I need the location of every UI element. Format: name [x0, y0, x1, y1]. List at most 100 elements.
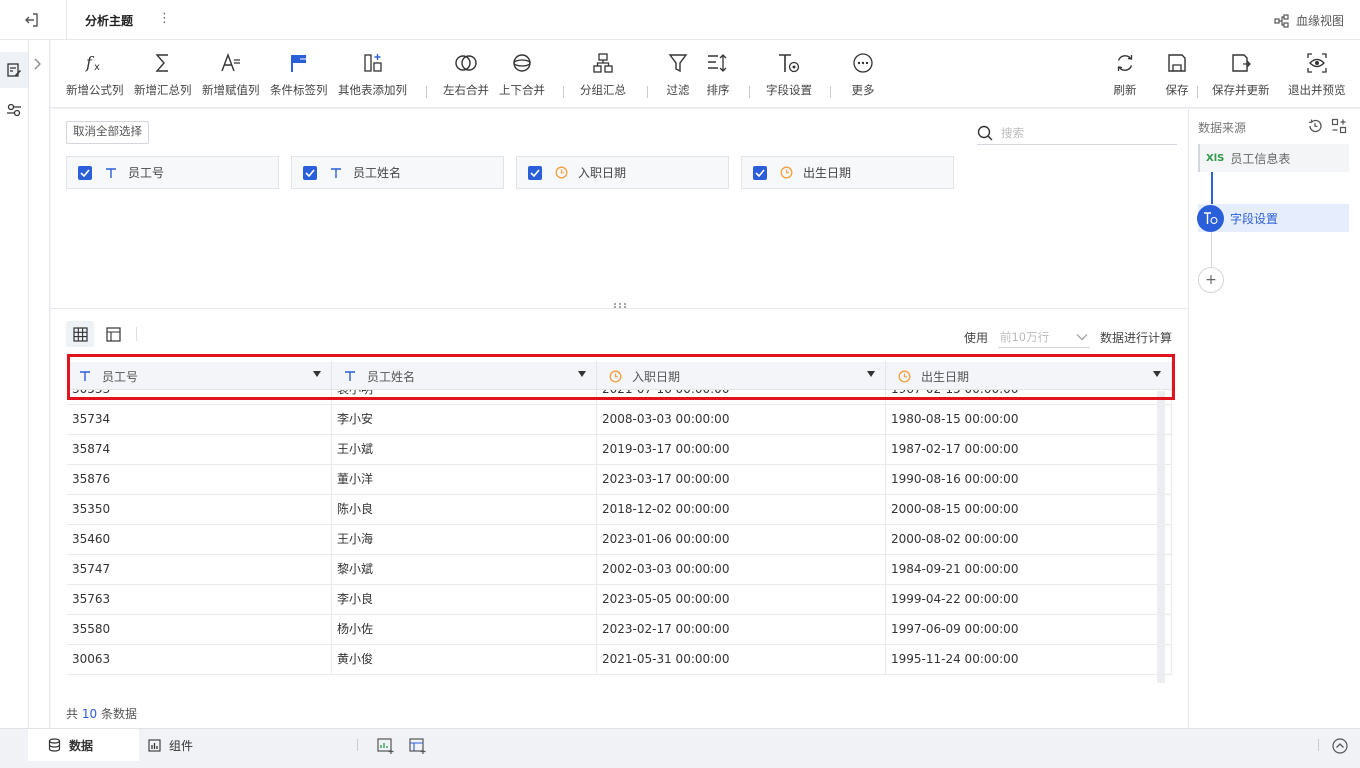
- checkbox-checked[interactable]: [78, 165, 92, 180]
- checkbox-checked[interactable]: [303, 165, 317, 180]
- add-formula-column-button[interactable]: fx 新增公式列: [66, 50, 124, 98]
- toolbar-separator: [749, 86, 750, 98]
- collapse-up-icon[interactable]: [1331, 737, 1349, 755]
- save-update-icon: [1228, 50, 1254, 76]
- cell: 1999-04-22 00:00:00: [886, 585, 1172, 615]
- table-row: 35763 李小良 2023-05-05 00:00:00 1999-04-22 00…: [67, 585, 1172, 615]
- tab-data[interactable]: 数据: [28, 729, 139, 761]
- add-condition-column-button[interactable]: 条件标签列: [270, 50, 328, 98]
- field-card-birth-date[interactable]: 出生日期: [741, 156, 954, 189]
- left-right-merge-button[interactable]: 左右合并: [443, 50, 489, 98]
- tool-label: 上下合并: [499, 83, 545, 97]
- toolbar-separator: [830, 86, 831, 98]
- more-button[interactable]: 更多: [850, 50, 876, 98]
- group-summary-button[interactable]: 分组汇总: [580, 50, 626, 98]
- tool-label: 排序: [706, 83, 730, 97]
- field-card-employee-id[interactable]: 员工号: [66, 156, 279, 189]
- sort-button[interactable]: 排序: [705, 50, 731, 98]
- expand-chevron-icon[interactable]: [33, 58, 41, 73]
- search-input[interactable]: [1001, 125, 1161, 140]
- field-card-hire-date[interactable]: 入职日期: [516, 156, 729, 189]
- history-icon[interactable]: [1307, 118, 1323, 134]
- grid-view-button[interactable]: [66, 321, 94, 347]
- field-settings-icon: [776, 50, 802, 76]
- hierarchy-icon: [590, 50, 616, 76]
- add-column-icon: [360, 50, 386, 76]
- checkbox-checked[interactable]: [528, 165, 542, 180]
- add-step-button[interactable]: +: [1198, 267, 1224, 293]
- title-more-icon[interactable]: ⋮: [158, 11, 171, 26]
- save-button[interactable]: 保存: [1164, 50, 1190, 98]
- filter-button[interactable]: 过滤: [665, 50, 691, 98]
- add-assign-column-button[interactable]: 新增赋值列: [202, 50, 260, 98]
- vertical-scrollbar[interactable]: [1157, 391, 1165, 683]
- table-rows: 30533袁小明2021-07-16 00:00:001967-02-15 00…: [67, 390, 1172, 675]
- add-component-icon[interactable]: [409, 737, 427, 755]
- cell: 30533: [67, 390, 332, 405]
- tab-component-label: 组件: [169, 738, 194, 753]
- date-type-icon: [897, 370, 911, 383]
- cell: 2008-03-03 00:00:00: [597, 405, 886, 435]
- tool-label: 新增公式列: [66, 83, 124, 97]
- caret-down-icon[interactable]: [578, 371, 586, 377]
- field-card-employee-name[interactable]: 员工姓名: [291, 156, 504, 189]
- table-row: 35874 王小斌 2019-03-17 00:00:00 1987-02-17 00…: [67, 435, 1172, 465]
- exit-icon[interactable]: [22, 10, 42, 30]
- save-and-update-button[interactable]: 保存并更新: [1212, 50, 1270, 98]
- column-header[interactable]: 入职日期: [597, 362, 886, 390]
- caret-down-icon[interactable]: [867, 371, 875, 377]
- checkbox-checked[interactable]: [753, 165, 767, 180]
- cell: 杨小佐: [332, 615, 597, 645]
- rail-tab-params[interactable]: [0, 92, 28, 128]
- toolbar-separator: [563, 86, 564, 98]
- table-body[interactable]: 30533袁小明2021-07-16 00:00:001967-02-15 00…: [67, 390, 1172, 687]
- cell: 1984-09-21 00:00:00: [886, 555, 1172, 585]
- toolbar-separator: [426, 86, 427, 98]
- data-source-title: 数据来源: [1198, 121, 1247, 135]
- cell: 2021-05-31 00:00:00: [597, 645, 886, 675]
- rail-tab-edit[interactable]: [0, 52, 28, 88]
- tab-component[interactable]: 组件: [148, 729, 193, 761]
- page-title: 分析主题: [85, 14, 134, 28]
- tool-label: 其他表添加列: [338, 83, 407, 97]
- cell: 35874: [67, 435, 332, 465]
- tool-label: 左右合并: [443, 83, 489, 97]
- cell: 1967-02-15 00:00:00: [886, 390, 1172, 405]
- refresh-icon: [1112, 50, 1138, 76]
- field-settings-button[interactable]: 字段设置: [766, 50, 812, 98]
- exit-and-preview-button[interactable]: 退出并预览: [1288, 50, 1346, 98]
- add-table-icon[interactable]: [377, 737, 395, 755]
- cell: 35876: [67, 465, 332, 495]
- column-header[interactable]: 员工号: [67, 362, 332, 390]
- cell: 董小洋: [332, 465, 597, 495]
- deselect-all-button[interactable]: 取消全部选择: [66, 121, 149, 144]
- tool-label: 更多: [851, 83, 875, 97]
- add-summary-column-button[interactable]: 新增汇总列: [134, 50, 192, 98]
- cell: 2023-02-17 00:00:00: [597, 615, 886, 645]
- step-field-settings[interactable]: 字段设置: [1197, 204, 1349, 232]
- row-count: 共 10 条数据: [66, 705, 137, 722]
- refresh-button[interactable]: 刷新: [1112, 50, 1138, 98]
- add-other-table-column-button[interactable]: 其他表添加列: [338, 50, 407, 98]
- layout-view-button[interactable]: [99, 321, 127, 347]
- tool-label: 刷新: [1113, 83, 1137, 97]
- lineage-view-button[interactable]: 血缘视图: [1274, 12, 1344, 29]
- source-table-node[interactable]: XlS 员工信息表: [1198, 144, 1349, 172]
- column-header[interactable]: 出生日期: [886, 362, 1172, 390]
- tab-data-label: 数据: [69, 738, 94, 753]
- tool-label: 过滤: [666, 83, 690, 97]
- column-header[interactable]: 员工姓名: [332, 362, 597, 390]
- up-down-merge-button[interactable]: 上下合并: [499, 50, 545, 98]
- caret-down-icon[interactable]: [313, 371, 321, 377]
- tool-label: 字段设置: [766, 83, 812, 97]
- layout-switch-icon[interactable]: [1331, 118, 1347, 134]
- cell: 王小海: [332, 525, 597, 555]
- caret-down-icon[interactable]: [1153, 371, 1161, 377]
- row-limit-select[interactable]: 前10万行: [997, 326, 1090, 348]
- cell: 2018-12-02 00:00:00: [597, 495, 886, 525]
- cell: 黄小俊: [332, 645, 597, 675]
- cell: 陈小良: [332, 495, 597, 525]
- top-bar: 分析主题 ⋮ 血缘视图: [0, 0, 1360, 40]
- tool-label: 条件标签列: [270, 83, 328, 97]
- row-limit-bar: 使用 前10万行 数据进行计算: [964, 326, 1172, 348]
